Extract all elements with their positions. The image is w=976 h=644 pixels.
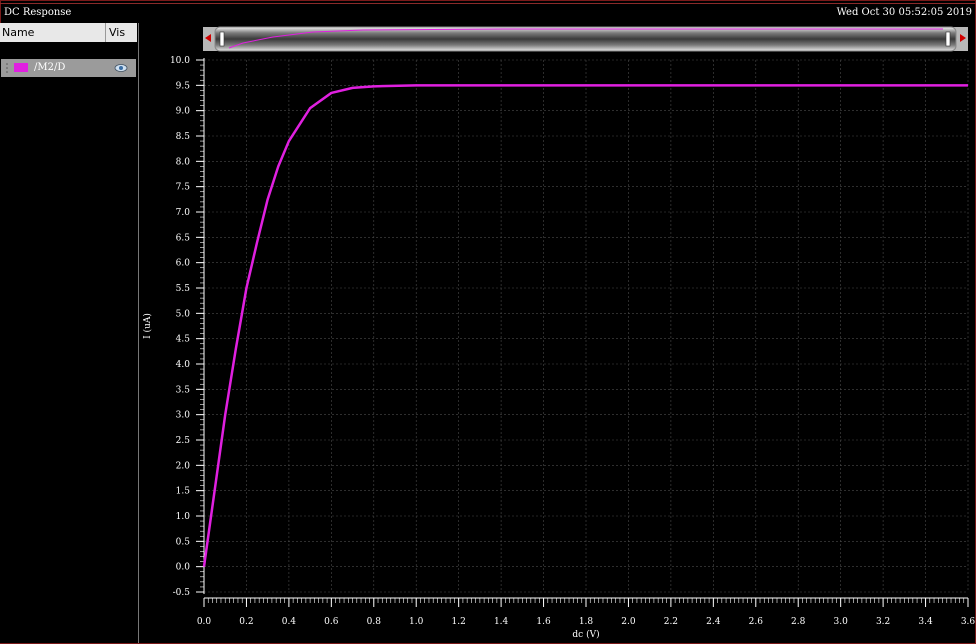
plot-area[interactable]: -0.5 0.0 0.5 1.0 1.5 2.0 2.5 3.0 3.5 4.0 4.5 5.0 5.5… — [0, 0, 976, 644]
y-tick-label: 2.5 — [176, 436, 191, 446]
x-tick-label: 2.8 — [791, 617, 806, 627]
x-tick-label: 0.6 — [324, 617, 339, 627]
x-tick-label: 0.8 — [367, 617, 382, 627]
y-tick-label: 6.0 — [176, 259, 191, 269]
y-tick-label: 10.0 — [170, 56, 190, 66]
x-axis: 0.0 0.2 0.4 0.6 0.8 1.0 1.2 1.4 1.6 1.8 2.0 2.2 2.4 2… — [197, 598, 976, 627]
x-tick-label: 2.0 — [621, 617, 636, 627]
y-axis-label: I (uA) — [142, 313, 153, 339]
x-tick-label: 1.0 — [409, 617, 424, 627]
y-tick-label: 2.0 — [176, 461, 191, 471]
y-tick-label: 5.5 — [176, 284, 191, 294]
x-tick-label: 2.6 — [749, 617, 764, 627]
y-tick-label: 3.5 — [176, 385, 191, 395]
x-tick-label: 1.2 — [452, 617, 466, 627]
y-tick-label: 8.0 — [176, 157, 191, 167]
y-tick-label: 0.5 — [176, 537, 191, 547]
x-tick-label: 3.0 — [834, 617, 849, 627]
y-tick-label: 7.5 — [176, 183, 191, 193]
y-tick-label: 3.0 — [176, 411, 191, 421]
x-tick-label: 2.2 — [664, 617, 678, 627]
y-tick-label: 4.5 — [176, 335, 191, 345]
x-tick-label: 1.4 — [494, 617, 509, 627]
y-tick-label: 5.0 — [176, 309, 191, 319]
x-tick-label: 3.6 — [961, 617, 976, 627]
x-tick-label: 0.4 — [282, 617, 297, 627]
y-tick-label: 8.5 — [176, 132, 191, 142]
y-tick-label: 9.0 — [176, 107, 191, 117]
x-tick-label: 1.6 — [536, 617, 551, 627]
x-tick-label: 0.2 — [239, 617, 253, 627]
x-tick-label: 3.4 — [918, 617, 933, 627]
x-tick-label: 3.2 — [876, 617, 890, 627]
x-tick-label: 2.4 — [706, 617, 721, 627]
grid — [203, 59, 969, 593]
y-tick-label: -0.5 — [173, 588, 191, 598]
y-tick-label: 7.0 — [176, 208, 191, 218]
x-tick-label: 1.8 — [579, 617, 594, 627]
x-axis-label: dc (V) — [572, 629, 599, 640]
y-tick-label: 4.0 — [176, 360, 191, 370]
y-tick-label: 9.5 — [176, 81, 191, 91]
y-axis: -0.5 0.0 0.5 1.0 1.5 2.0 2.5 3.0 3.5 4.0 4.5 5.0 5.5… — [170, 56, 204, 598]
y-tick-label: 1.0 — [176, 512, 191, 522]
y-tick-label: 0.0 — [176, 563, 191, 573]
y-tick-label: 1.5 — [176, 487, 191, 497]
y-tick-label: 6.5 — [176, 233, 191, 243]
x-tick-label: 0.0 — [197, 617, 212, 627]
